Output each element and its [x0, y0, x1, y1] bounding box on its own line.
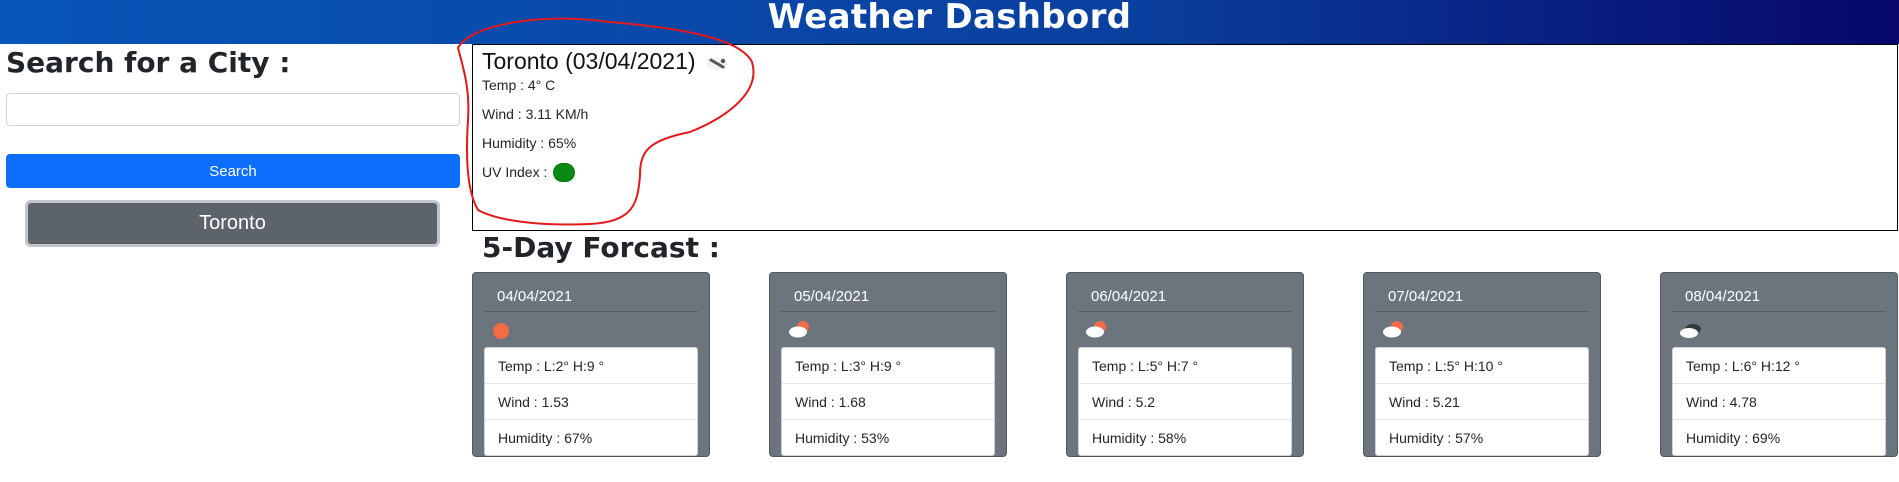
forecast-humidity: Humidity : 69% [1686, 430, 1781, 446]
forecast-card: 06/04/2021 Temp : L:5° H:7 ° Wind : 5.2 … [1066, 272, 1304, 457]
forecast-wind: Wind : 1.68 [782, 384, 994, 420]
forecast-date: 07/04/2021 [1375, 282, 1589, 312]
cloudy-icon [1680, 324, 1701, 338]
forecast-wind: Wind : 5.21 [1376, 384, 1588, 420]
current-weather-panel: Toronto (03/04/2021) Temp : 4° C Wind : … [472, 44, 1898, 231]
forecast-wind: Wind : 5.2 [1079, 384, 1291, 420]
forecast-humidity: Humidity : 67% [498, 430, 593, 446]
forecast-details-list: Temp : L:5° H:7 ° Wind : 5.2 Humidity : … [1078, 347, 1292, 456]
current-wind: Wind : 3.11 KM/h [482, 106, 589, 122]
search-button[interactable]: Search [6, 154, 460, 188]
partly-cloudy-icon [1086, 321, 1106, 338]
sun-icon [493, 323, 509, 339]
forecast-wind: Wind : 1.53 [485, 384, 697, 420]
current-humidity: Humidity : 65% [482, 135, 577, 151]
forecast-humidity: Humidity : 57% [1389, 430, 1484, 446]
forecast-details-list: Temp : L:6° H:12 ° Wind : 4.78 Humidity … [1672, 347, 1886, 456]
night-cloud-icon [705, 57, 728, 70]
forecast-date: 08/04/2021 [1672, 282, 1886, 312]
forecast-humidity: Humidity : 58% [1092, 430, 1187, 446]
forecast-temp: Temp : L:6° H:12 ° [1673, 348, 1885, 384]
forecast-date: 06/04/2021 [1078, 282, 1292, 312]
partly-cloudy-icon [1383, 321, 1403, 338]
current-city-row: Toronto (03/04/2021) [482, 48, 732, 75]
forecast-temp: Temp : L:2° H:9 ° [485, 348, 697, 384]
forecast-heading: 5-Day Forcast : [482, 231, 720, 264]
uv-index-badge: 0 [553, 163, 575, 182]
page-title: Weather Dashbord [767, 0, 1132, 37]
partly-cloudy-icon [789, 321, 809, 338]
search-heading: Search for a City : [6, 46, 291, 79]
forecast-wind: Wind : 4.78 [1673, 384, 1885, 420]
forecast-date: 05/04/2021 [781, 282, 995, 312]
forecast-temp: Temp : L:5° H:10 ° [1376, 348, 1588, 384]
forecast-card: 05/04/2021 Temp : L:3° H:9 ° Wind : 1.68… [769, 272, 1007, 457]
current-city-title: Toronto (03/04/2021) [482, 48, 696, 74]
forecast-humidity: Humidity : 53% [795, 430, 890, 446]
forecast-details-list: Temp : L:2° H:9 ° Wind : 1.53 Humidity :… [484, 347, 698, 456]
forecast-card: 08/04/2021 Temp : L:6° H:12 ° Wind : 4.7… [1660, 272, 1898, 457]
forecast-card: 07/04/2021 Temp : L:5° H:10 ° Wind : 5.2… [1363, 272, 1601, 457]
current-uv-row: UV Index : 0 [482, 163, 575, 182]
forecast-temp: Temp : L:3° H:9 ° [782, 348, 994, 384]
page-header: Weather Dashbord [0, 0, 1899, 44]
forecast-card: 04/04/2021 Temp : L:2° H:9 ° Wind : 1.53… [472, 272, 710, 457]
city-search-input[interactable] [6, 93, 460, 126]
forecast-temp: Temp : L:5° H:7 ° [1079, 348, 1291, 384]
current-temp: Temp : 4° C [482, 77, 556, 93]
uv-label: UV Index : [482, 164, 548, 180]
forecast-date: 04/04/2021 [484, 282, 698, 312]
forecast-details-list: Temp : L:3° H:9 ° Wind : 1.68 Humidity :… [781, 347, 995, 456]
history-city-button[interactable]: Toronto [25, 200, 440, 247]
forecast-details-list: Temp : L:5° H:10 ° Wind : 5.21 Humidity … [1375, 347, 1589, 456]
